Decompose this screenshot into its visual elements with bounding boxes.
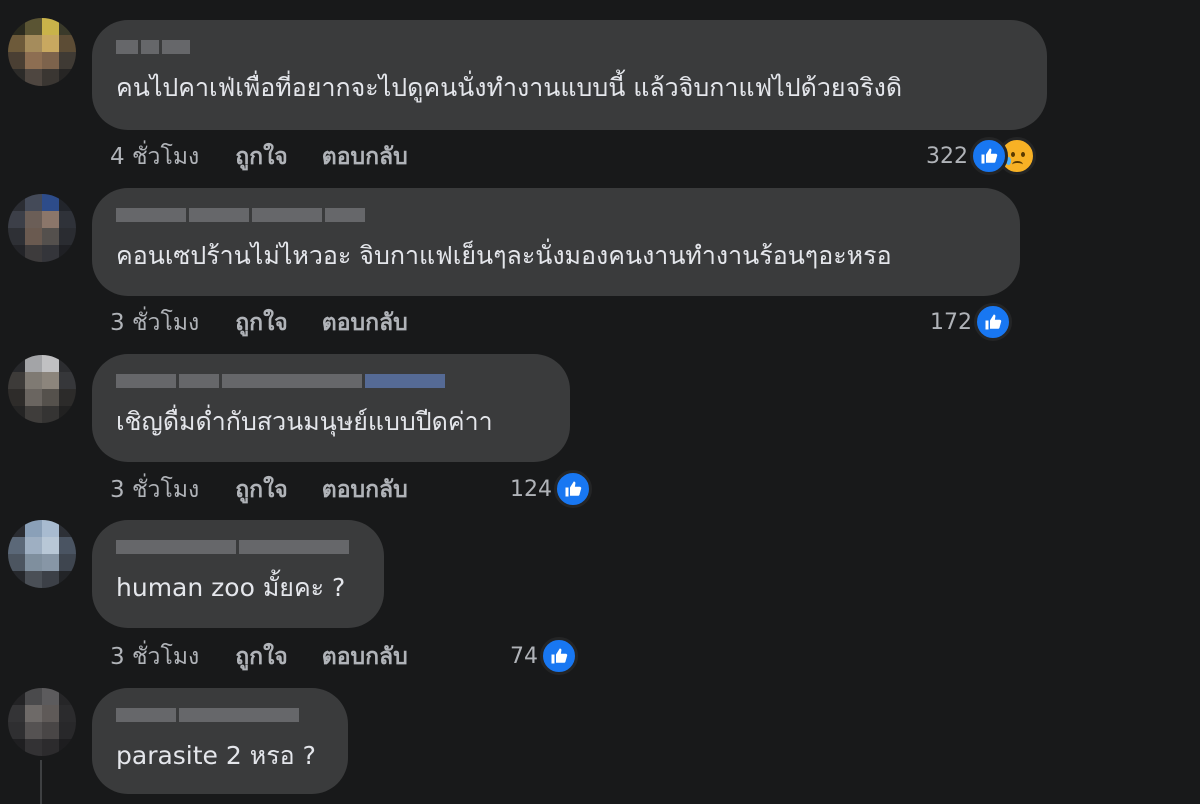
comment-timestamp[interactable]: 3 ชั่วโมง: [110, 639, 199, 675]
reaction-summary[interactable]: 172: [930, 302, 1012, 342]
comment-actions: 3 ชั่วโมง ถูกใจ ตอบกลับ: [110, 473, 408, 507]
reaction-summary[interactable]: 124: [510, 469, 592, 509]
comment-text: คนไปคาเฟ่เพื่อที่อยากจะไปดูคนนั่งทำงานแบ…: [116, 73, 903, 102]
reaction-summary[interactable]: 74: [510, 636, 578, 676]
like-icon: [540, 637, 578, 675]
like-button[interactable]: ถูกใจ: [235, 639, 288, 675]
reaction-count: 124: [510, 476, 552, 502]
like-icon: [554, 470, 592, 508]
author-name[interactable]: [116, 208, 365, 222]
thread-line: [40, 760, 42, 804]
comment-bubble: เชิญดื่มด่ำกับสวนมนุษย์แบบปีดค่าา: [92, 354, 570, 462]
comment-timestamp[interactable]: 3 ชั่วโมง: [110, 305, 199, 341]
comment-text: parasite 2 หรอ ?: [116, 741, 316, 770]
like-button[interactable]: ถูกใจ: [235, 139, 288, 175]
author-name[interactable]: [116, 540, 349, 554]
author-name[interactable]: [116, 708, 299, 722]
comment-text: เชิญดื่มด่ำกับสวนมนุษย์แบบปีดค่าา: [116, 407, 493, 436]
like-icon: [970, 137, 1008, 175]
reply-button[interactable]: ตอบกลับ: [322, 639, 408, 675]
avatar[interactable]: [8, 355, 76, 423]
avatar[interactable]: [8, 18, 76, 86]
comment-timestamp[interactable]: 3 ชั่วโมง: [110, 472, 199, 508]
like-button[interactable]: ถูกใจ: [235, 472, 288, 508]
author-name[interactable]: [116, 374, 445, 388]
avatar[interactable]: [8, 688, 76, 756]
comment-actions: 3 ชั่วโมง ถูกใจ ตอบกลับ: [110, 640, 408, 674]
avatar[interactable]: [8, 194, 76, 262]
comment-bubble: คนไปคาเฟ่เพื่อที่อยากจะไปดูคนนั่งทำงานแบ…: [92, 20, 1047, 130]
like-button[interactable]: ถูกใจ: [235, 305, 288, 341]
like-icon: [974, 303, 1012, 341]
comment-thread: คนไปคาเฟ่เพื่อที่อยากจะไปดูคนนั่งทำงานแบ…: [0, 0, 1200, 804]
comment-bubble: parasite 2 หรอ ?: [92, 688, 348, 794]
comment-actions: 3 ชั่วโมง ถูกใจ ตอบกลับ: [110, 306, 408, 340]
comment-bubble: human zoo มั้ยคะ ?: [92, 520, 384, 628]
reaction-summary[interactable]: 322: [926, 136, 1036, 176]
reply-button[interactable]: ตอบกลับ: [322, 305, 408, 341]
reply-button[interactable]: ตอบกลับ: [322, 139, 408, 175]
reaction-count: 322: [926, 143, 968, 169]
comment-timestamp[interactable]: 4 ชั่วโมง: [110, 139, 199, 175]
reaction-count: 74: [510, 643, 538, 669]
comment-actions: 4 ชั่วโมง ถูกใจ ตอบกลับ: [110, 140, 408, 174]
comment-bubble: คอนเซปร้านไม่ไหวอะ จิบกาแฟเย็นๆละนั่งมอง…: [92, 188, 1020, 296]
author-name[interactable]: [116, 40, 190, 54]
reply-button[interactable]: ตอบกลับ: [322, 472, 408, 508]
avatar[interactable]: [8, 520, 76, 588]
comment-text: human zoo มั้ยคะ ?: [116, 573, 346, 602]
comment-text: คอนเซปร้านไม่ไหวอะ จิบกาแฟเย็นๆละนั่งมอง…: [116, 241, 892, 270]
reaction-count: 172: [930, 309, 972, 335]
